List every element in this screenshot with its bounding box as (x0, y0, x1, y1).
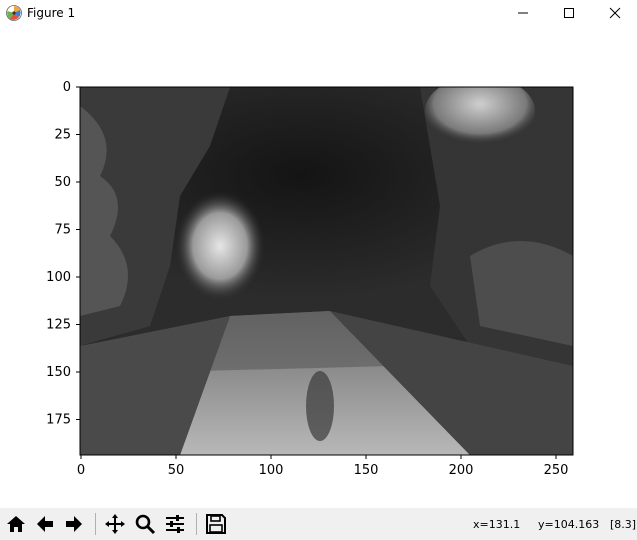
y-tick-label: 0 (63, 80, 71, 95)
toolbar-separator (196, 513, 197, 535)
pan-icon (105, 514, 125, 534)
x-tick-label: 50 (168, 463, 185, 478)
back-icon (37, 516, 53, 532)
x-axis: 0 50 100 150 200 250 (77, 455, 569, 478)
home-icon (7, 516, 25, 532)
zoom-button[interactable] (132, 511, 158, 537)
zoom-icon (135, 514, 156, 535)
figure-canvas[interactable]: 0 25 50 75 100 125 150 175 0 50 100 150 … (0, 26, 637, 508)
window-titlebar: Figure 1 (0, 0, 637, 26)
minimize-icon (518, 12, 528, 14)
maximize-button[interactable] (546, 0, 592, 26)
back-button[interactable] (32, 511, 58, 537)
forward-icon (66, 516, 82, 532)
matplotlib-icon (6, 5, 22, 21)
pan-button[interactable] (102, 511, 128, 537)
home-button[interactable] (3, 511, 29, 537)
y-tick-label: 75 (54, 223, 71, 238)
save-button[interactable] (203, 511, 229, 537)
x-tick-label: 250 (544, 463, 569, 478)
close-button[interactable] (592, 0, 637, 26)
y-tick-label: 125 (46, 318, 71, 333)
y-axis: 0 25 50 75 100 125 150 175 (46, 80, 80, 428)
y-tick-label: 150 (46, 365, 71, 380)
x-tick-label: 0 (77, 463, 85, 478)
minimize-button[interactable] (500, 0, 546, 26)
x-tick-label: 150 (354, 463, 379, 478)
navigation-toolbar: x=131.1 y=104.163 [8.3] (0, 508, 637, 540)
y-tick-label: 25 (54, 128, 71, 143)
plot-area: 0 25 50 75 100 125 150 175 0 50 100 150 … (46, 80, 574, 478)
close-icon (609, 7, 621, 19)
window-title: Figure 1 (27, 6, 76, 20)
x-tick-label: 200 (449, 463, 474, 478)
y-tick-label: 175 (46, 413, 71, 428)
image-display (80, 87, 573, 455)
toolbar-separator (95, 513, 96, 535)
configure-subplots-icon (166, 515, 184, 533)
y-tick-label: 50 (54, 175, 71, 190)
forward-button[interactable] (61, 511, 87, 537)
configure-subplots-button[interactable] (162, 511, 188, 537)
y-tick-label: 100 (46, 270, 71, 285)
cursor-y-readout: y=104.163 (538, 518, 600, 531)
x-tick-label: 100 (259, 463, 284, 478)
save-icon (206, 514, 226, 534)
cursor-x-readout: x=131.1 (473, 518, 521, 531)
maximize-icon (564, 8, 574, 18)
pixel-value-readout: [8.3] (610, 518, 637, 531)
